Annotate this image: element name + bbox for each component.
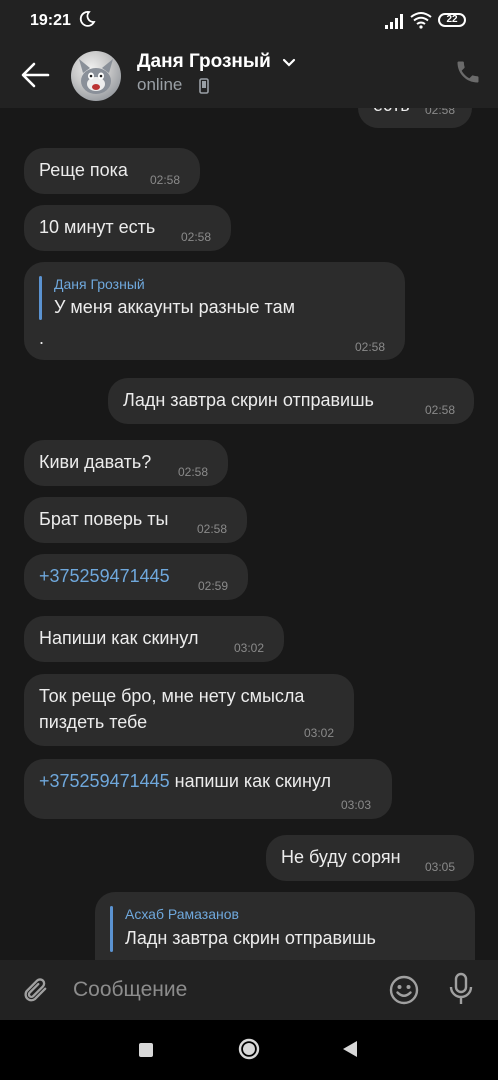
chat-header: Даня Грозный online (0, 44, 498, 108)
message-text: Брат поверь ты (39, 509, 169, 529)
message-time: 03:02 (304, 726, 335, 740)
message-input[interactable]: Сообщение (73, 978, 187, 1002)
message-time: 02:59 (198, 579, 229, 593)
reply-text: Ладн завтра скрин отправишь (125, 928, 376, 948)
nav-home-icon[interactable] (238, 1038, 260, 1060)
microphone-icon[interactable] (448, 972, 474, 1006)
attach-icon[interactable] (22, 976, 50, 1006)
message-time: 02:58 (178, 465, 209, 479)
message-text: Киви давать? (39, 452, 152, 472)
reply-author: Асхаб Рамазанов (125, 906, 239, 922)
message-bubble-incoming[interactable]: Напиши как скинул 03:02 (24, 616, 284, 662)
wifi-icon (410, 12, 432, 29)
message-text: +375259471445 напиши как скинул (39, 771, 331, 792)
message-text: Ладн завтра скрин отправишь (123, 390, 374, 410)
message-text: Ток реще бро, мне нету смысла (39, 686, 305, 706)
status-time: 19:21 (30, 12, 71, 29)
phone-link[interactable]: +375259471445 (39, 771, 170, 791)
reply-author: Даня Грозный (54, 276, 145, 292)
moon-icon (79, 11, 96, 27)
message-bubble-outgoing[interactable]: Ладн завтра скрин отправишь 02:58 (108, 378, 474, 424)
back-arrow-icon[interactable] (20, 62, 50, 88)
message-text: 10 минут есть (39, 217, 156, 237)
battery-icon: 22 (438, 13, 466, 27)
message-bubble-incoming-reply[interactable]: Даня Грозный У меня аккаунты разные там … (24, 262, 405, 360)
contact-name[interactable]: Даня Грозный (137, 51, 271, 73)
message-bubble-outgoing-reply[interactable]: Асхаб Рамазанов Ладн завтра скрин отправ… (95, 892, 475, 960)
message-text: есть (373, 108, 410, 116)
avatar[interactable] (71, 51, 121, 101)
message-time: 03:02 (234, 641, 265, 655)
message-time: 02:58 (425, 108, 456, 117)
message-time: 02:58 (150, 173, 181, 187)
reply-bar (39, 276, 42, 320)
message-text: Напиши как скинул (39, 628, 199, 648)
message-bubble-incoming[interactable]: Брат поверь ты 02:58 (24, 497, 247, 543)
message-bubble-incoming[interactable]: +375259471445 напиши как скинул 03:03 (24, 759, 392, 819)
message-time: 02:58 (181, 230, 212, 244)
emoji-icon[interactable] (388, 974, 420, 1006)
phone-link[interactable]: +375259471445 (39, 566, 170, 587)
message-text-rest: напиши как скинул (169, 771, 332, 791)
message-input-bar: Сообщение (0, 960, 498, 1020)
chevron-down-icon[interactable] (282, 57, 296, 69)
message-bubble-outgoing[interactable]: есть 02:58 (358, 108, 472, 128)
message-list[interactable]: есть 02:58 Реще пока 02:58 10 минут есть… (0, 108, 498, 960)
nav-back-icon[interactable] (342, 1040, 358, 1058)
message-bubble-incoming[interactable]: 10 минут есть 02:58 (24, 205, 231, 251)
contact-status: online (137, 75, 183, 94)
message-bubble-incoming[interactable]: Киви давать? 02:58 (24, 440, 228, 486)
status-bar: 19:21 22 (0, 0, 498, 44)
message-bubble-incoming[interactable]: Ток реще бро, мне нету смысла пиздеть те… (24, 674, 354, 746)
message-text: Реще пока (39, 160, 128, 180)
message-text: пиздеть тебе (39, 712, 148, 732)
message-bubble-outgoing[interactable]: Не буду сорян 03:05 (266, 835, 474, 881)
message-time: 02:58 (355, 340, 386, 354)
call-icon[interactable] (454, 58, 482, 86)
message-time: 02:58 (197, 522, 228, 536)
message-bubble-incoming[interactable]: Реще пока 02:58 (24, 148, 200, 194)
message-text: Не буду сорян (281, 847, 401, 867)
message-time: 03:03 (341, 798, 372, 812)
message-bubble-incoming[interactable]: +375259471445 02:59 (24, 554, 248, 600)
message-time: 02:58 (425, 403, 456, 417)
nav-square-icon[interactable] (139, 1043, 153, 1057)
message-time: 03:05 (425, 860, 456, 874)
reply-bar (110, 906, 113, 952)
phone-icon (199, 78, 209, 94)
reply-text: У меня аккаунты разные там (54, 297, 295, 317)
signal-icon (385, 14, 403, 29)
message-text: . (39, 328, 45, 348)
